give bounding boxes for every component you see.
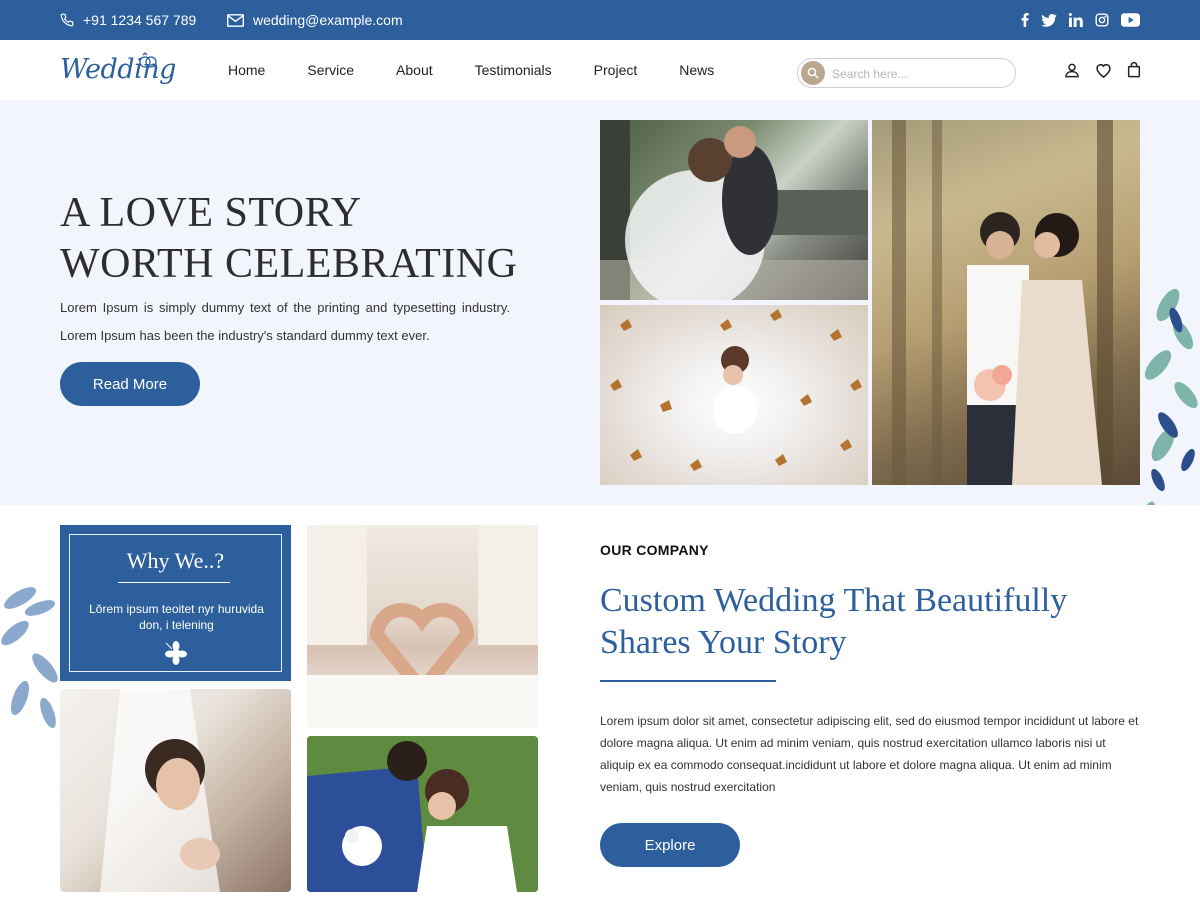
nav-service[interactable]: Service — [307, 62, 354, 78]
instagram-icon[interactable] — [1095, 13, 1109, 27]
flower-icon — [165, 641, 187, 665]
nav-testimonials[interactable]: Testimonials — [475, 62, 552, 78]
search-box — [797, 58, 1016, 88]
why-us-frame: Why We..? Lŏrem ipsum teoitet nyr huruvi… — [69, 534, 282, 672]
email-address: wedding@example.com — [253, 12, 403, 28]
facebook-icon[interactable] — [1021, 13, 1029, 27]
youtube-icon[interactable] — [1121, 13, 1140, 27]
bag-icon[interactable] — [1127, 62, 1141, 78]
hero-title: A LOVE STORY WORTH CELEBRATING — [60, 188, 580, 290]
decorative-leaves-left — [1, 587, 58, 729]
rings-icon — [139, 52, 157, 68]
site-logo[interactable]: Wedding — [60, 50, 176, 94]
heart-hands-photo — [307, 525, 538, 728]
nav-home[interactable]: Home — [228, 62, 265, 78]
explore-button[interactable]: Explore — [600, 823, 740, 867]
main-header: Wedding Home Service About Testimonials … — [0, 40, 1200, 100]
hero-photo-couple-embrace — [600, 120, 868, 300]
social-links — [1021, 0, 1140, 40]
section-description: Lorem ipsum dolor sit amet, consectetur … — [600, 714, 1139, 794]
bride-veil-photo — [60, 689, 291, 892]
hero-title-line-1: A LOVE STORY — [60, 190, 362, 236]
hero-photo-couple-forest — [872, 120, 1140, 485]
section-title-line-2: Shares Your Story — [600, 624, 847, 661]
logo-text: Wedding — [60, 54, 176, 85]
nav-about[interactable]: About — [396, 62, 433, 78]
read-more-button[interactable]: Read More — [60, 362, 200, 406]
hero-section: A LOVE STORY WORTH CELEBRATING Lorem Ips… — [0, 100, 1200, 505]
phone-icon — [60, 13, 74, 27]
email-contact[interactable]: wedding@example.com — [227, 0, 403, 40]
section-divider — [600, 680, 776, 682]
section-eyebrow: OUR COMPANY — [600, 542, 709, 558]
nav-project[interactable]: Project — [594, 62, 638, 78]
linkedin-icon[interactable] — [1069, 13, 1083, 27]
search-icon[interactable] — [801, 61, 825, 85]
heart-icon[interactable] — [1095, 62, 1112, 78]
nav-news[interactable]: News — [679, 62, 714, 78]
why-us-divider — [118, 582, 230, 583]
couple-kiss-photo — [307, 736, 538, 892]
section-title: Custom Wedding That Beautifully Shares Y… — [600, 580, 1160, 664]
search-input[interactable] — [832, 65, 1007, 82]
why-us-title: Why We..? — [126, 548, 225, 573]
section-title-line-1: Custom Wedding That Beautifully — [600, 582, 1068, 619]
hero-photo-bride-leaves — [600, 305, 868, 485]
phone-contact[interactable]: +91 1234 567 789 — [60, 0, 196, 40]
hero-description-1: Lorem Ipsum is simply dummy text of the … — [60, 300, 510, 315]
hero-title-line-2: WORTH CELEBRATING — [60, 241, 518, 287]
phone-number: +91 1234 567 789 — [83, 12, 197, 28]
hero-description-2: Lorem Ipsum has been the industry's stan… — [60, 328, 430, 343]
top-bar: +91 1234 567 789 wedding@example.com — [0, 0, 1200, 40]
header-actions — [1064, 40, 1141, 100]
decorative-leaves-right — [1140, 288, 1198, 505]
mail-icon — [227, 13, 244, 27]
main-nav: Home Service About Testimonials Project … — [228, 40, 714, 100]
why-us-text: Lŏrem ipsum teoitet nyr huruvida don, i … — [89, 602, 264, 632]
twitter-icon[interactable] — [1041, 13, 1057, 27]
user-icon[interactable] — [1064, 62, 1080, 78]
why-us-card: Why We..? Lŏrem ipsum teoitet nyr huruvi… — [60, 525, 291, 681]
